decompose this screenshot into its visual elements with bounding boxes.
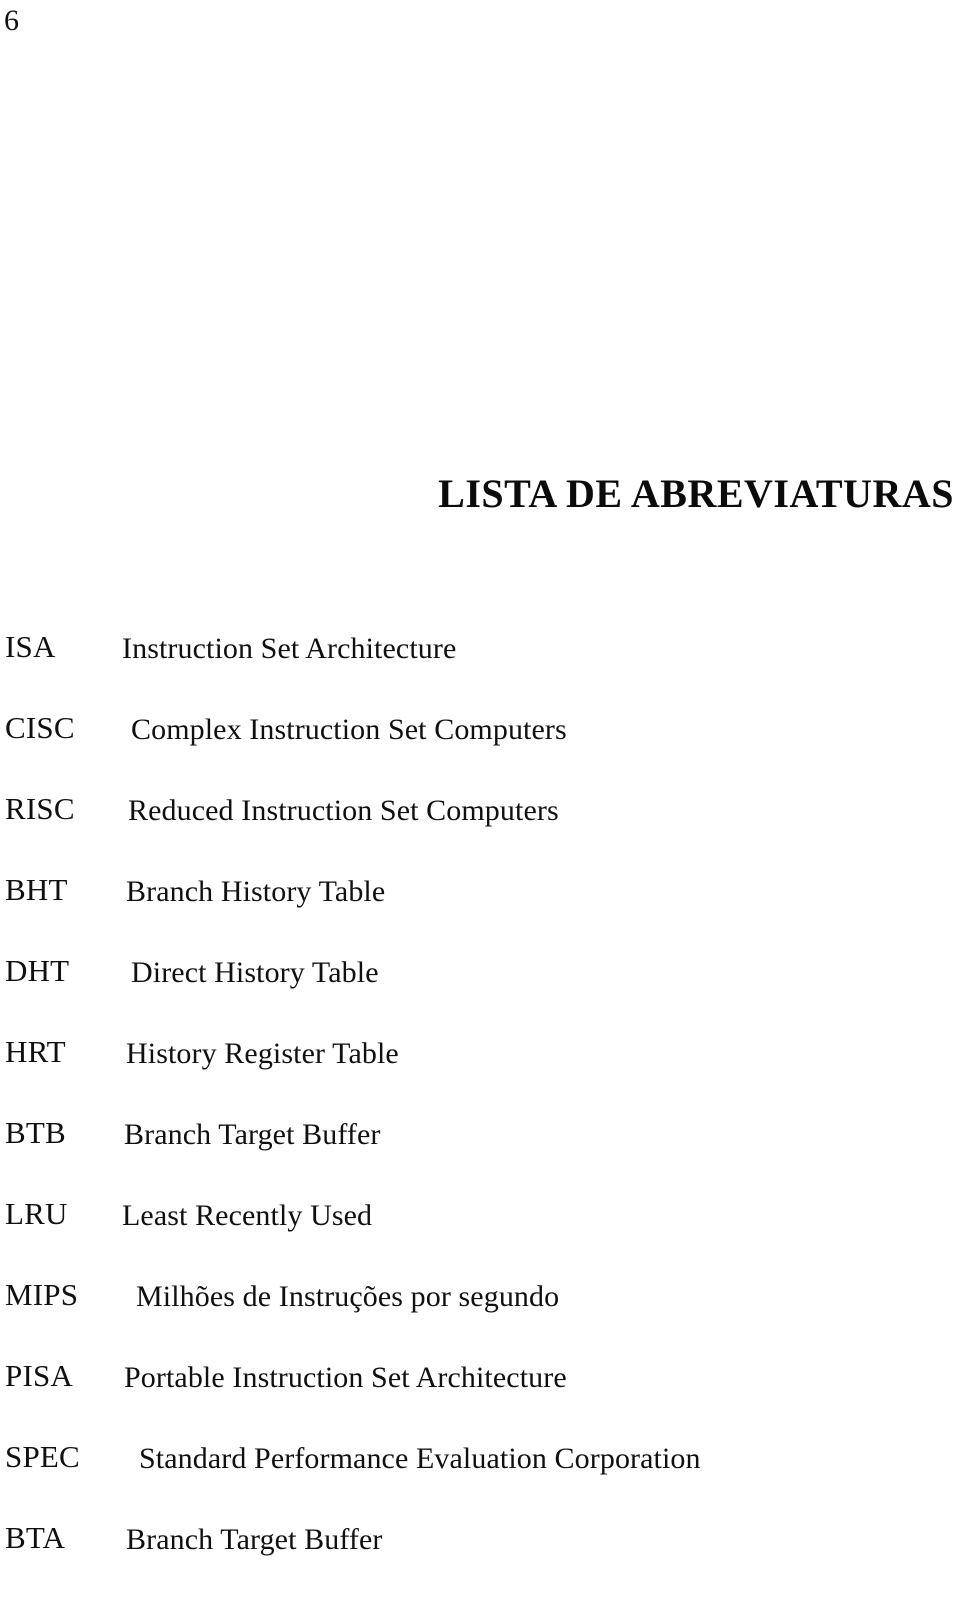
abbreviation-row: BTB Branch Target Buffer: [0, 1114, 960, 1195]
abbreviation-term: PISA: [5, 1358, 73, 1393]
abbreviation-definition: Branch Target Buffer: [126, 1523, 383, 1556]
abbreviation-definition: Portable Instruction Set Architecture: [124, 1361, 567, 1394]
page-number: 6: [4, 4, 20, 37]
abbreviation-definition: Direct History Table: [131, 956, 379, 989]
abbreviation-row: CISC Complex Instruction Set Computers: [0, 709, 960, 790]
abbreviation-row: LRU Least Recently Used: [0, 1195, 960, 1276]
abbreviation-definition: Milhões de Instruções por segundo: [136, 1280, 560, 1313]
abbreviation-term: BTA: [5, 1520, 66, 1555]
abbreviation-definition: History Register Table: [126, 1037, 399, 1070]
abbreviation-row: RISC Reduced Instruction Set Computers: [0, 790, 960, 871]
abbreviation-row: SPEC Standard Performance Evaluation Corp…: [0, 1438, 960, 1519]
abbreviation-term: MIPS: [5, 1277, 79, 1312]
abbreviation-row: ISA Instruction Set Architecture: [0, 628, 960, 709]
abbreviation-term: BTB: [5, 1115, 66, 1150]
abbreviation-term: SPEC: [5, 1439, 80, 1474]
abbreviation-term: LRU: [5, 1196, 68, 1231]
abbreviation-definition: Complex Instruction Set Computers: [131, 713, 567, 746]
abbreviation-row: PISA Portable Instruction Set Architectur…: [0, 1357, 960, 1438]
abbreviation-row: HRT History Register Table: [0, 1033, 960, 1114]
abbreviation-term: HRT: [5, 1034, 66, 1069]
abbreviation-row: BHT Branch History Table: [0, 871, 960, 952]
abbreviation-term: CISC: [5, 710, 75, 745]
abbreviation-definition: Instruction Set Architecture: [122, 632, 457, 665]
abbreviation-definition: Branch Target Buffer: [124, 1118, 381, 1151]
page-title: LISTA DE ABREVIATURAS: [438, 470, 954, 516]
abbreviation-list: ISA Instruction Set Architecture CISC Compl…: [0, 628, 960, 1600]
abbreviation-row: MIPS Milhões de Instruções por segundo: [0, 1276, 960, 1357]
abbreviation-definition: Reduced Instruction Set Computers: [128, 794, 559, 827]
abbreviation-term: DHT: [5, 953, 70, 988]
abbreviation-definition: Least Recently Used: [122, 1199, 373, 1232]
abbreviation-definition: Standard Performance Evaluation Corporat…: [139, 1442, 701, 1475]
abbreviation-row: DHT Direct History Table: [0, 952, 960, 1033]
abbreviation-row: BTA Branch Target Buffer: [0, 1519, 960, 1600]
abbreviation-term: ISA: [5, 629, 56, 664]
abbreviation-term: BHT: [5, 872, 68, 907]
document-page: 6 LISTA DE ABREVIATURAS ISA Instruction S…: [0, 0, 960, 1623]
abbreviation-definition: Branch History Table: [126, 875, 386, 908]
abbreviation-term: RISC: [5, 791, 75, 826]
